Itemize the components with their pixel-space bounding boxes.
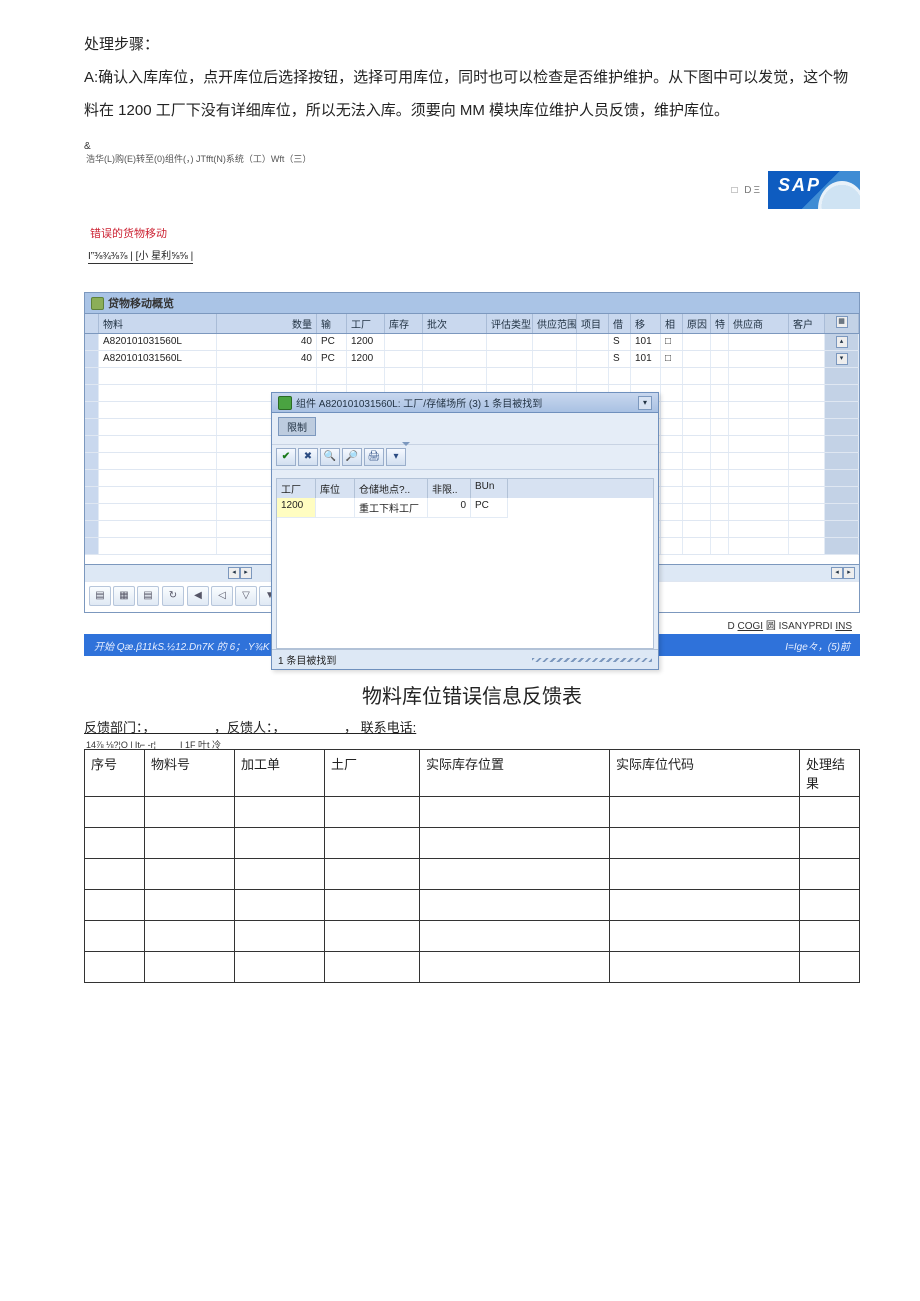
popup-val-locpt: 重工下料工厂: [355, 498, 428, 518]
ampersand-marker: &: [84, 141, 860, 152]
popup-icon: [278, 396, 292, 410]
grid-header-row: 物料 数量 输 工厂 库存 批次 评估类型 供应范围 项目 借 移 相 原因 特…: [85, 314, 859, 334]
grid-title: 贷物移动概览: [108, 295, 174, 311]
popup-col-sloc: 库位: [316, 479, 355, 498]
col-valtype: 评估类型: [487, 314, 533, 333]
col-customer: 客户: [789, 314, 825, 333]
step-a-text: A:确认入库库位，点开库位后选择按钮，选择可用库位，同时也可以检查是否维护维护。…: [84, 61, 860, 127]
popup-col-locpt: 仓储地点?..: [355, 479, 428, 498]
col-mvt: 移: [631, 314, 661, 333]
grid-col-btn[interactable]: ▦: [836, 316, 848, 328]
grid-row[interactable]: [85, 368, 859, 385]
scroll-down-btn[interactable]: ▾: [836, 353, 848, 365]
tab-restrict[interactable]: 限制: [278, 417, 316, 436]
col-reason: 原因: [683, 314, 711, 333]
btn-prev[interactable]: ◁: [211, 586, 233, 606]
screen-title: 错误的货物移动: [90, 225, 860, 241]
popup-more-button[interactable]: ▾: [386, 448, 406, 466]
popup-print-button[interactable]: 🖨: [364, 448, 384, 466]
feedback-table: 序号物料号加工单土厂实际库存位置实际库位代码处理结果: [84, 749, 860, 983]
popup-val-bun: PC: [471, 498, 508, 518]
btn-seg1a[interactable]: ▤: [89, 586, 111, 606]
col-vendor: 供应商: [729, 314, 789, 333]
resize-grip[interactable]: [532, 658, 652, 662]
popup-val-unres: 0: [428, 498, 471, 518]
btn-seg1c[interactable]: ▤: [137, 586, 159, 606]
sap-menu-line: 浩华(L)购(E)转至(0)组件(，) JTfft(N)系统（工）Wft（三）: [86, 152, 860, 165]
col-uom: 输: [317, 314, 347, 333]
popup-title-text: 组件 A820101031560L: 工厂/存储场所 (3) 1 条目被找到: [296, 395, 542, 410]
col-item: 项目: [577, 314, 609, 333]
feedback-col-header: 加工单: [235, 750, 325, 797]
popup-find-button[interactable]: 🔍: [320, 448, 340, 466]
popup-data-row[interactable]: 1200 重工下料工厂 0 PC: [277, 498, 653, 518]
feedback-col-header: 土厂: [325, 750, 420, 797]
popup-ok-button[interactable]: ✔: [276, 448, 296, 466]
taskbar-left: 开始 Qæ.β11kS.½12.Dn7K 的 6；.Y¾K: [94, 638, 270, 653]
col-scope: 供应范围: [533, 314, 577, 333]
goods-movement-grid: 贷物移动概览 物料 数量 输 工厂 库存 批次 评估类型 供应范围 项目 借 移…: [84, 292, 860, 613]
sheet-icon: [91, 297, 104, 310]
feedback-col-header: 序号: [85, 750, 145, 797]
btn-refresh[interactable]: ↻: [162, 586, 184, 606]
col-qty: 数量: [217, 314, 317, 333]
col-material: 物料: [99, 314, 217, 333]
popup-findnext-button[interactable]: 🔎: [342, 448, 362, 466]
btn-sort[interactable]: ▽: [235, 586, 257, 606]
col-rel: 相: [661, 314, 683, 333]
grid-row[interactable]: A820101031560L40PC1200S101□▴: [85, 334, 859, 351]
popup-dropdown-btn[interactable]: ▾: [638, 396, 652, 410]
popup-col-plant: 工厂: [277, 479, 316, 498]
window-controls-placeholder: □ DΞ: [731, 185, 762, 196]
toolbar-text: I”⅜¾⅜⅞ | [小 星利⅝⅝ |: [88, 247, 193, 264]
btn-first[interactable]: ◀: [187, 586, 209, 606]
taskbar-right: I=Ige々，(5)前: [785, 638, 850, 653]
feedback-dept-line: 反馈部门：， ，反馈人：， ， 联系电话:: [84, 717, 860, 736]
popup-cancel-button[interactable]: ✖: [298, 448, 318, 466]
popup-val-plant: 1200: [277, 498, 316, 518]
feedback-col-header: 处理结果: [800, 750, 860, 797]
storage-location-popup: 组件 A820101031560L: 工厂/存储场所 (3) 1 条目被找到 ▾…: [271, 392, 659, 670]
grid-row[interactable]: A820101031560L40PC1200S101□▾: [85, 351, 859, 368]
scroll-left-btn-2[interactable]: ◂: [831, 567, 843, 579]
scroll-up-btn[interactable]: ▴: [836, 336, 848, 348]
scroll-right-btn[interactable]: ▸: [240, 567, 252, 579]
feedback-col-header: 物料号: [145, 750, 235, 797]
popup-footer-text: 1 条目被找到: [278, 652, 336, 667]
btn-seg1b[interactable]: ▦: [113, 586, 135, 606]
feedback-col-header: 实际库存位置: [420, 750, 610, 797]
sap-logo: SAP: [768, 171, 860, 209]
popup-col-unres: 非限..: [428, 479, 471, 498]
col-debit: 借: [609, 314, 631, 333]
scroll-left-btn[interactable]: ◂: [228, 567, 240, 579]
col-special: 特: [711, 314, 729, 333]
scroll-right-btn-2[interactable]: ▸: [843, 567, 855, 579]
col-sloc: 库存: [385, 314, 423, 333]
feedback-table-title: 物料库位错误信息反馈表: [84, 680, 860, 709]
steps-heading: 处理步骤：: [84, 28, 860, 61]
col-batch: 批次: [423, 314, 487, 333]
popup-col-bun: BUn: [471, 479, 508, 498]
col-plant: 工厂: [347, 314, 385, 333]
popup-val-sloc: [316, 498, 355, 518]
feedback-col-header: 实际库位代码: [610, 750, 800, 797]
